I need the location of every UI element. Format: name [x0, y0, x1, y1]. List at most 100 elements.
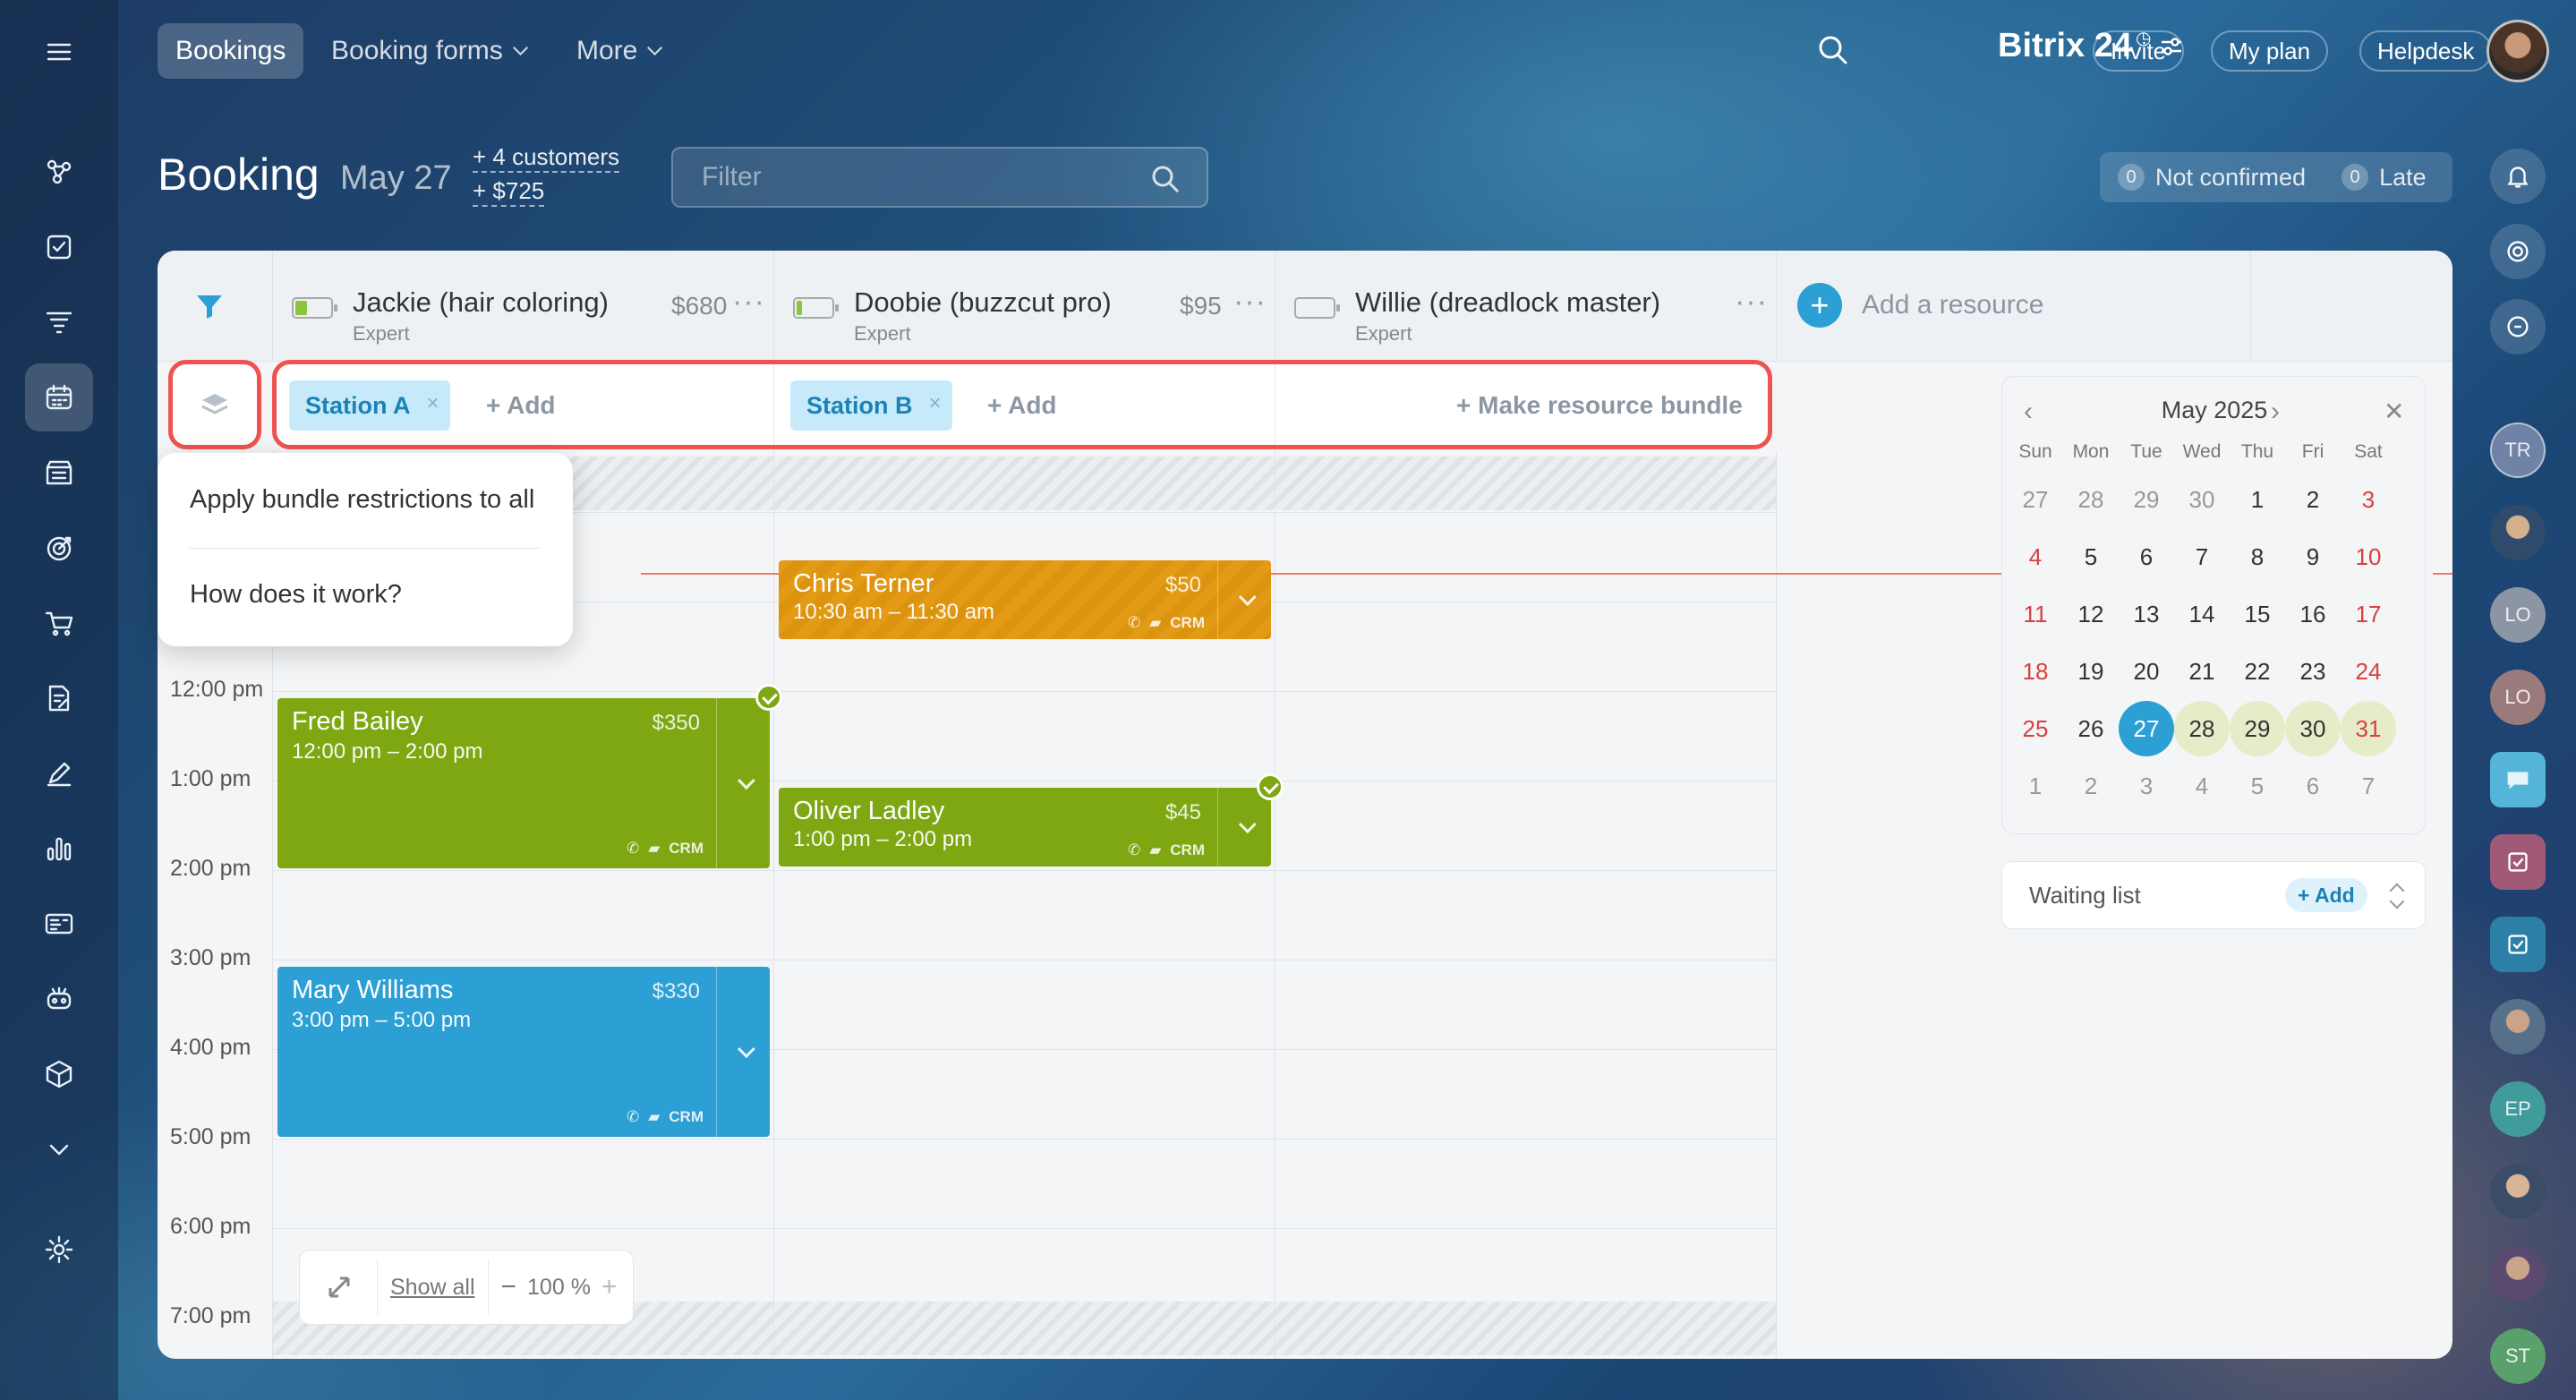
calendar-day[interactable]: 16 [2285, 586, 2341, 642]
chevron-down-icon[interactable] [716, 698, 770, 868]
close-icon[interactable]: × [426, 391, 439, 416]
chevron-down-icon[interactable] [1217, 560, 1271, 639]
avatar[interactable]: LO [2490, 587, 2546, 643]
cart-icon[interactable] [25, 589, 93, 657]
funnel-icon[interactable] [25, 288, 93, 356]
calendar-day[interactable]: 12 [2063, 586, 2119, 642]
calendar-day[interactable]: 5 [2063, 529, 2119, 585]
bell-icon[interactable] [2490, 149, 2546, 204]
settings-gear-icon[interactable] [25, 1216, 93, 1284]
calendar-day[interactable]: 2 [2285, 472, 2341, 527]
document-sign-icon[interactable] [25, 664, 93, 732]
crm-badge[interactable]: CRM [669, 840, 704, 858]
waiting-list-add-button[interactable]: + Add [2285, 878, 2367, 912]
calendar-day[interactable]: 11 [2008, 586, 2063, 642]
tab-more[interactable]: More [559, 23, 675, 79]
pen-icon[interactable] [25, 739, 93, 807]
calendar-day[interactable]: 22 [2230, 644, 2285, 699]
user-avatar[interactable] [2486, 20, 2549, 82]
calendar-day[interactable]: 29 [2119, 472, 2174, 527]
collapse-icon[interactable]: ✕ [2384, 397, 2404, 426]
calendar-day[interactable]: 17 [2341, 586, 2396, 642]
calendar-day[interactable]: 9 [2285, 529, 2341, 585]
avatar[interactable] [2490, 1164, 2546, 1219]
calendar-day[interactable]: 4 [2174, 758, 2230, 814]
calendar-day[interactable]: 27 [2008, 472, 2063, 527]
calendar-day[interactable]: 4 [2008, 529, 2063, 585]
resource-column-header[interactable]: Doobie (buzzcut pro) Expert $95 ··· [773, 276, 1275, 347]
store-icon[interactable] [25, 439, 93, 507]
layers-button[interactable] [168, 360, 261, 449]
resource-column-header[interactable]: Willie (dreadlock master) Expert ··· [1275, 276, 1776, 347]
how-does-it-work-item[interactable]: How does it work? [190, 580, 402, 610]
zoom-out-button[interactable]: − [501, 1272, 517, 1302]
tasks-icon[interactable] [25, 213, 93, 281]
chevron-down-icon[interactable] [25, 1115, 93, 1183]
calendar-day[interactable]: 23 [2285, 644, 2341, 699]
calendar-day[interactable]: 21 [2174, 644, 2230, 699]
close-icon[interactable]: × [928, 391, 941, 416]
booking-calendar-icon[interactable] [25, 363, 93, 431]
crm-badge[interactable]: CRM [1170, 841, 1205, 859]
chat-icon[interactable]: ▰ [648, 840, 660, 858]
network-icon[interactable] [25, 138, 93, 206]
customers-link[interactable]: + 4 customers [473, 143, 620, 173]
waiting-list[interactable]: Waiting list + Add [2001, 861, 2426, 929]
apply-bundle-restrictions-item[interactable]: Apply bundle restrictions to all [190, 485, 534, 515]
copilot-icon[interactable] [2490, 224, 2546, 279]
booking-card[interactable]: Mary Williams 3:00 pm – 5:00 pm $330 ✆ ▰ C… [277, 967, 770, 1137]
chat-icon[interactable]: ▰ [648, 1108, 660, 1126]
calendar-day[interactable]: 30 [2174, 472, 2230, 527]
tab-bookings[interactable]: Bookings [158, 23, 304, 79]
calendar-day[interactable]: 1 [2230, 472, 2285, 527]
filter-input[interactable]: Filter [671, 147, 1208, 208]
hamburger-menu-icon[interactable] [25, 18, 93, 86]
calendar-day[interactable]: 28 [2174, 701, 2230, 756]
resource-column-header[interactable]: Jackie (hair coloring) Expert $680 ··· [272, 276, 773, 347]
calendar-day[interactable]: 3 [2119, 758, 2174, 814]
calendar-day[interactable]: 20 [2119, 644, 2174, 699]
more-dots-icon[interactable]: ··· [1233, 285, 1267, 320]
revenue-link[interactable]: + $725 [473, 177, 545, 207]
more-dots-icon[interactable]: ··· [732, 285, 765, 320]
calendar-day[interactable]: 7 [2174, 529, 2230, 585]
booking-card[interactable]: Oliver Ladley 1:00 pm – 2:00 pm $45 ✆ ▰ CR… [779, 788, 1271, 866]
booking-card[interactable]: Chris Terner 10:30 am – 11:30 am $50 ✆ ▰ C… [779, 560, 1271, 639]
calendar-day[interactable]: 1 [2008, 758, 2063, 814]
station-chip[interactable]: Station B × [790, 380, 952, 431]
avatar[interactable] [2490, 999, 2546, 1054]
calendar-day[interactable]: 6 [2119, 529, 2174, 585]
chat-search-icon[interactable] [2490, 299, 2546, 354]
calendar-day[interactable]: 13 [2119, 586, 2174, 642]
calendar-day[interactable]: 30 [2285, 701, 2341, 756]
page-date[interactable]: May 27 [340, 159, 452, 198]
crm-badge[interactable]: CRM [669, 1108, 704, 1126]
search-icon[interactable] [1815, 32, 1853, 70]
filter-funnel-icon[interactable] [193, 290, 226, 327]
calendar-day[interactable]: 7 [2341, 758, 2396, 814]
phone-icon[interactable]: ✆ [627, 840, 639, 858]
target-icon[interactable] [25, 514, 93, 582]
show-all-link[interactable]: Show all [390, 1275, 475, 1301]
station-chip[interactable]: Station A × [289, 380, 450, 431]
calendar-day[interactable]: 2 [2063, 758, 2119, 814]
analytics-icon[interactable] [25, 815, 93, 883]
chevron-right-icon[interactable]: › [2271, 397, 2280, 427]
status-counters[interactable]: 0 Not confirmed 0 Late [2100, 152, 2452, 202]
calendar-day[interactable]: 18 [2008, 644, 2063, 699]
avatar[interactable]: ST [2490, 1328, 2546, 1384]
calendar-day[interactable]: 10 [2341, 529, 2396, 585]
helpdesk-button[interactable]: Helpdesk [2359, 30, 2493, 72]
crm-badge[interactable]: CRM [1170, 614, 1205, 632]
avatar[interactable] [2490, 1246, 2546, 1302]
chevron-down-icon[interactable] [1217, 788, 1271, 866]
chevron-down-icon[interactable] [716, 967, 770, 1137]
calendar-day[interactable]: 31 [2341, 701, 2396, 756]
avatar[interactable]: TR [2490, 423, 2546, 478]
calendar-day[interactable]: 27 [2119, 701, 2174, 756]
chat-icon[interactable]: ▰ [1149, 614, 1161, 632]
more-dots-icon[interactable]: ··· [1735, 285, 1768, 320]
avatar[interactable] [2490, 505, 2546, 560]
booking-card[interactable]: Fred Bailey 12:00 pm – 2:00 pm $350 ✆ ▰ CR… [277, 698, 770, 868]
calendar-day[interactable]: 8 [2230, 529, 2285, 585]
